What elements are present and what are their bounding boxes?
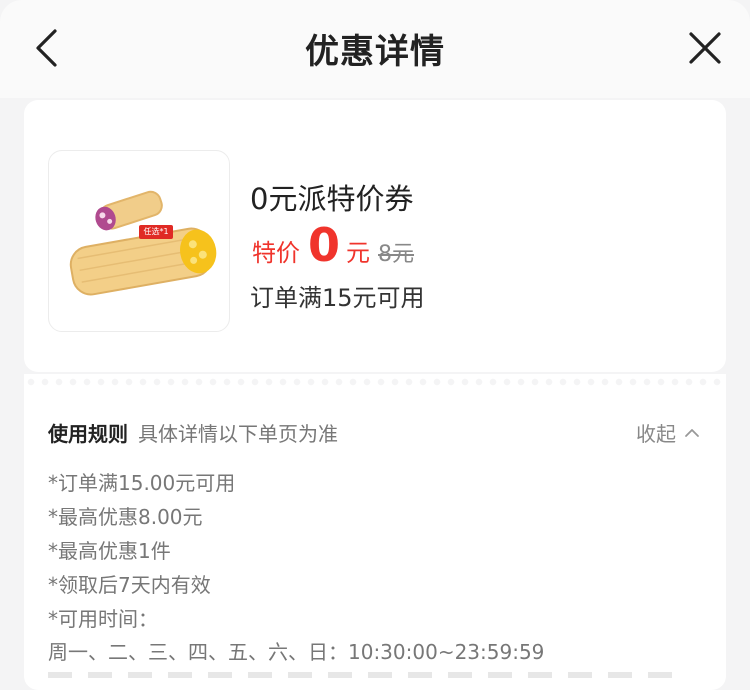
original-price: 8元 (378, 242, 415, 267)
ticket-divider (24, 374, 726, 390)
special-price-label: 特价 (252, 239, 300, 267)
coupon-name: 0元派特价券 (250, 182, 414, 216)
rule-item: *订单满15.00元可用 (48, 471, 236, 495)
rule-item: *可用时间： (48, 607, 158, 631)
cut-off-text-line (48, 672, 688, 678)
usage-condition: 订单满15元可用 (250, 284, 425, 312)
rule-item: *领取后7天内有效 (48, 573, 211, 597)
collapse-label: 收起 (636, 422, 676, 446)
rules-panel: 使用规则 具体详情以下单页为准 收起 *订单满15.00元可用 *最高优惠8.0… (24, 390, 726, 690)
page-title: 优惠详情 (305, 32, 445, 72)
rules-title: 使用规则 (48, 422, 128, 446)
price-row: 特价 0 元 8元 (252, 222, 414, 274)
coupon-card: 任选*1 0元派特价券 特价 0 元 8元 订单满15元可用 (24, 100, 726, 372)
page-header: 优惠详情 (0, 0, 750, 98)
special-price-unit: 元 (346, 239, 371, 267)
close-icon (689, 32, 721, 64)
rules-header: 使用规则 具体详情以下单页为准 (48, 418, 338, 447)
available-time: 周一、二、三、四、五、六、日：10:30:00~23:59:59 (48, 640, 545, 664)
special-price-value: 0 (308, 218, 341, 272)
rule-item: *最高优惠1件 (48, 539, 171, 563)
rule-item: *最高优惠8.00元 (48, 505, 203, 529)
rules-list: *订单满15.00元可用 *最高优惠8.00元 *最高优惠1件 *领取后7天内有… (48, 466, 235, 636)
rules-subtitle: 具体详情以下单页为准 (138, 422, 338, 446)
close-button[interactable] (678, 20, 732, 76)
collapse-button[interactable]: 收起 (636, 418, 700, 447)
chevron-up-icon (684, 428, 700, 438)
product-badge: 任选*1 (143, 227, 169, 236)
product-image: 任选*1 (48, 150, 230, 332)
